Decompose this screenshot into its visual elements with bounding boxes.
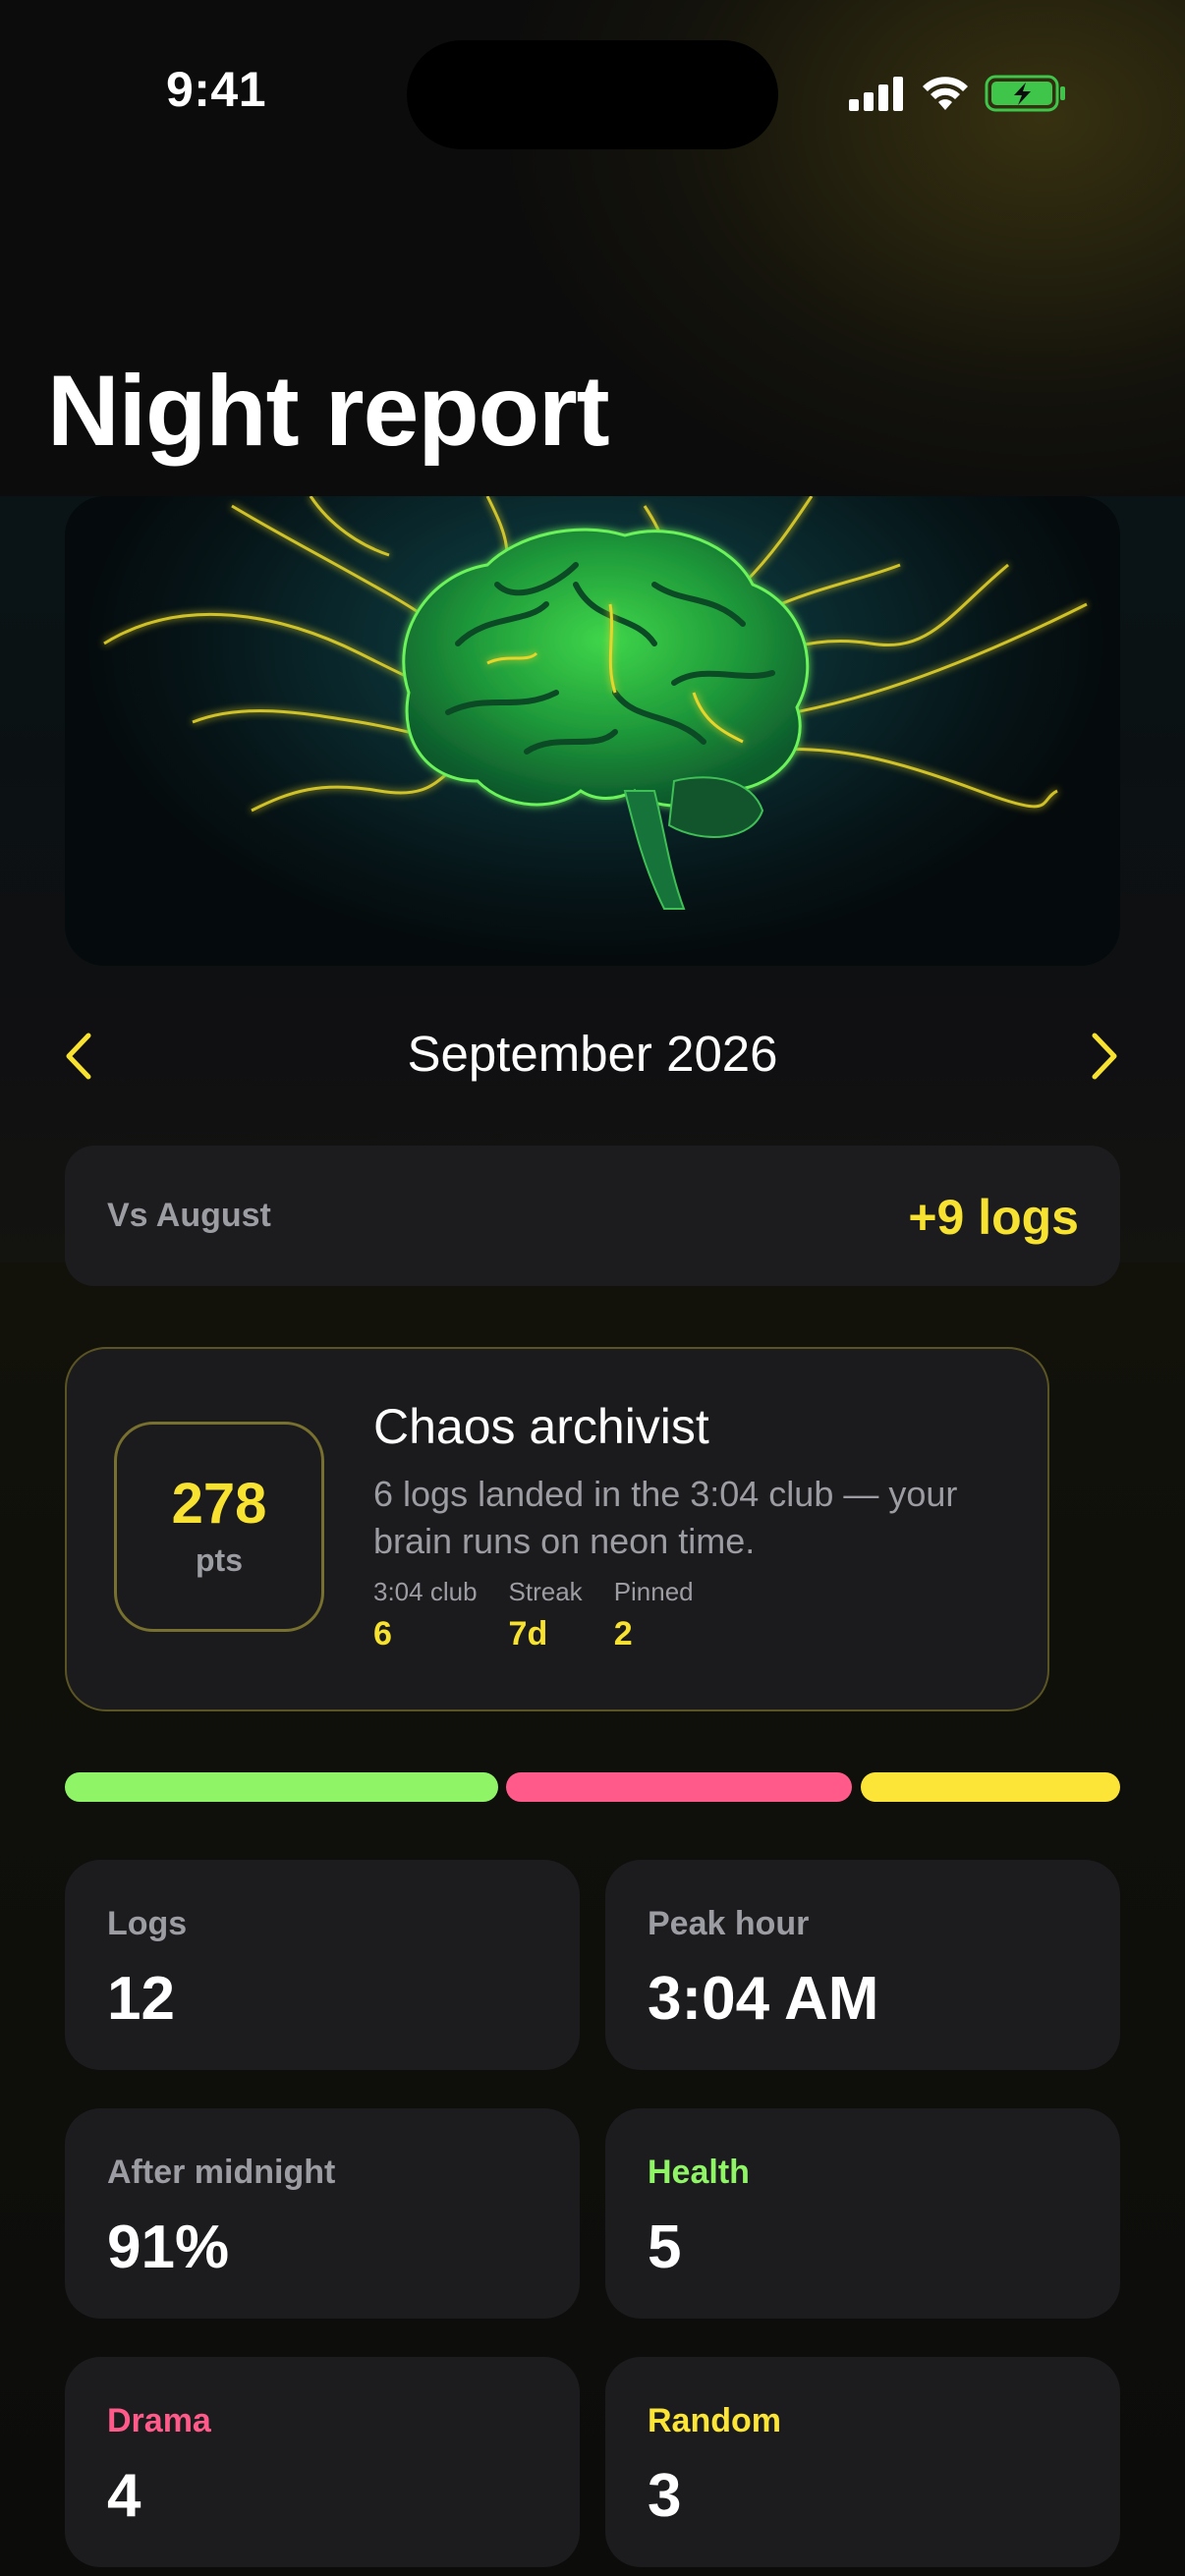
stat-tile-random[interactable]: Random 3 (605, 2357, 1120, 2567)
badge-stat-value: 2 (613, 1615, 633, 1652)
category-segment-random (860, 1772, 1120, 1802)
badge-stat-value: 7d (508, 1615, 548, 1652)
points-value: 278 (171, 1471, 267, 1536)
tile-label: Peak hour (648, 1905, 810, 1942)
badge-stat: 3:04 club 6 (373, 1577, 478, 1653)
cellular-signal-icon (849, 77, 903, 111)
stat-tile-after-midnight[interactable]: After midnight 91% (65, 2108, 580, 2319)
tile-label: Drama (107, 2402, 211, 2439)
tile-value: 3:04 AM (648, 1965, 879, 2033)
badge-stat-label: Pinned (613, 1577, 694, 1606)
badge-stat: Streak 7d (509, 1577, 583, 1653)
tile-label: After midnight (107, 2154, 336, 2191)
brain-illustration (103, 496, 1088, 910)
category-distribution-bar (65, 1772, 1120, 1802)
tile-value: 3 (648, 2462, 682, 2530)
category-segment-health (65, 1772, 498, 1802)
wifi-icon (923, 77, 968, 110)
tile-value: 12 (107, 1965, 175, 2033)
stat-tile-peak-hour[interactable]: Peak hour 3:04 AM (605, 1860, 1120, 2070)
month-title: September 2026 (407, 1026, 778, 1082)
stat-tile-health[interactable]: Health 5 (605, 2108, 1120, 2319)
battery-charging-icon (985, 75, 1065, 112)
comparison-label: Vs August (107, 1197, 271, 1234)
comparison-value: +9 logs (908, 1190, 1079, 1245)
month-comparison-row: Vs August +9 logs (65, 1146, 1120, 1286)
dynamic-island (407, 40, 778, 149)
tile-label: Health (648, 2154, 750, 2191)
chevron-right-icon[interactable] (1075, 1027, 1134, 1086)
badge-description: 6 logs landed in the 3:04 club — your br… (373, 1474, 958, 1561)
badge-stat-label: Streak (508, 1577, 583, 1606)
badge-card[interactable]: 278 pts Chaos archivist 6 logs landed in… (65, 1347, 1049, 1711)
category-segment-drama (505, 1772, 853, 1802)
badge-stat-value: 6 (373, 1615, 392, 1652)
points-box: 278 pts (114, 1422, 324, 1632)
hero-image (65, 496, 1120, 966)
badge-stat-label: 3:04 club (373, 1577, 478, 1606)
tile-value: 4 (107, 2462, 141, 2530)
tile-label: Random (648, 2402, 781, 2439)
status-time: 9:41 (165, 62, 267, 117)
badge-title: Chaos archivist (373, 1399, 709, 1454)
badge-stat: Pinned 2 (614, 1577, 694, 1653)
stat-tile-logs[interactable]: Logs 12 (65, 1860, 580, 2070)
night-report-screen: 9:41 Night report September 2026 Vs Augu… (0, 0, 1185, 2576)
tile-value: 91% (107, 2213, 230, 2281)
tile-label: Logs (107, 1905, 188, 1942)
page-title: Night report (47, 355, 610, 467)
stat-tile-drama[interactable]: Drama 4 (65, 2357, 580, 2567)
chevron-left-icon[interactable] (49, 1027, 108, 1086)
status-icons (847, 69, 1067, 118)
badge-stats: 3:04 club 6 Streak 7d Pinned 2 (373, 1577, 694, 1653)
points-unit: pts (196, 1541, 243, 1578)
tile-value: 5 (648, 2213, 682, 2281)
